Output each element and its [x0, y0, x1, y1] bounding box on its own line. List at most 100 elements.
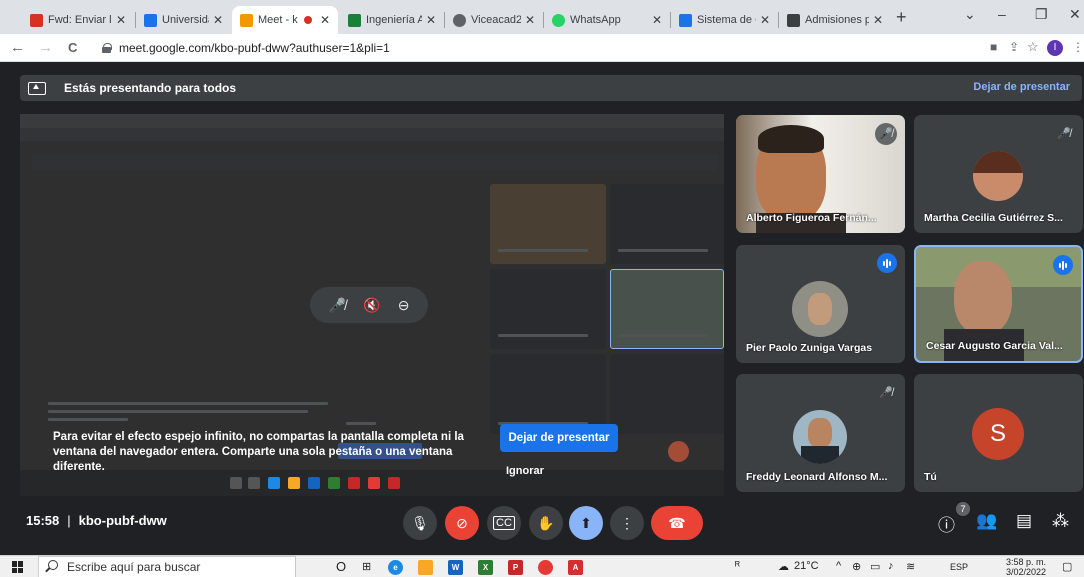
- whatsapp-icon: [552, 13, 565, 27]
- info-icon[interactable]: ⓘ: [938, 511, 955, 536]
- close-icon[interactable]: ✕: [320, 13, 330, 27]
- tab-label: Fwd: Enviar la: [48, 14, 112, 26]
- activities-icon[interactable]: ⁂: [1052, 511, 1069, 531]
- participant-tile-self[interactable]: S Tú: [914, 374, 1083, 492]
- chrome-icon[interactable]: [538, 560, 553, 575]
- excel-icon[interactable]: X: [478, 560, 493, 575]
- address-bar-row: ← → C meet.google.com/kbo-pubf-dww?authu…: [0, 34, 1084, 62]
- mic-off-icon[interactable]: 🎤̸: [329, 297, 346, 314]
- url-field[interactable]: meet.google.com/kbo-pubf-dww?authuser=1&…: [92, 37, 982, 59]
- profile-avatar[interactable]: I: [1047, 40, 1063, 56]
- tab-label: Meet - k: [258, 14, 298, 26]
- sistema-icon: [679, 13, 692, 27]
- cortana-icon[interactable]: O: [336, 559, 346, 574]
- camera-in-use-icon[interactable]: ■: [990, 40, 997, 54]
- raise-hand-button[interactable]: ✋: [529, 506, 563, 540]
- tab-label: Universidad E: [162, 14, 209, 26]
- close-icon[interactable]: ✕: [213, 13, 223, 27]
- speaking-indicator-icon: [1053, 255, 1073, 275]
- presentation-controls-pill: 🎤̸ 🔇 ⊖: [310, 287, 428, 323]
- participant-tile[interactable]: 🎤̸ Freddy Leonard Alfonso M...: [736, 374, 905, 492]
- hand-icon: ✋: [537, 514, 555, 531]
- speaker-icon[interactable]: ♪: [888, 560, 894, 572]
- tab-sistema[interactable]: Sistema de G ✕: [671, 6, 778, 34]
- back-button[interactable]: ←: [10, 39, 25, 56]
- tab-meet[interactable]: Meet - k ✕: [232, 6, 338, 34]
- tab-viceacad[interactable]: Viceacad202: ✕: [445, 6, 543, 34]
- more-options-button[interactable]: ⋮: [610, 506, 644, 540]
- ignore-button[interactable]: Ignorar: [506, 465, 544, 477]
- classroom-icon: [348, 13, 361, 27]
- present-screen-button[interactable]: ⬆: [569, 506, 603, 540]
- close-icon[interactable]: ✕: [652, 13, 662, 27]
- tab-ingenieria[interactable]: Ingeniería Am ✕: [340, 6, 444, 34]
- new-tab-button[interactable]: +: [896, 7, 907, 28]
- stop-presenting-link[interactable]: Dejar de presentar: [973, 81, 1070, 93]
- speaking-indicator-icon: [877, 253, 897, 273]
- leave-call-button[interactable]: ☎: [651, 506, 703, 540]
- powerpoint-icon[interactable]: P: [508, 560, 523, 575]
- tab-label: WhatsApp: [570, 14, 621, 26]
- bookmark-star-icon[interactable]: ☆: [1027, 39, 1039, 55]
- speaker-off-icon[interactable]: 🔇: [363, 297, 380, 314]
- gmail-icon: [30, 13, 43, 27]
- network-icon[interactable]: ⊕: [852, 560, 861, 573]
- file-explorer-icon[interactable]: [418, 560, 433, 575]
- language-indicator[interactable]: ESP: [950, 562, 968, 572]
- menu-kebab-icon[interactable]: ⋮: [1072, 40, 1084, 54]
- tab-search-button[interactable]: ⌄: [964, 6, 976, 23]
- word-icon[interactable]: W: [448, 560, 463, 575]
- close-window-button[interactable]: ✕: [1069, 6, 1081, 23]
- participant-tile[interactable]: Cesar Augusto Garcia Val...: [914, 245, 1083, 363]
- lock-icon[interactable]: [102, 43, 112, 53]
- forward-button[interactable]: →: [38, 39, 53, 56]
- taskbar-search-input[interactable]: Escribe aquí para buscar: [38, 556, 296, 577]
- close-icon[interactable]: ✕: [116, 13, 126, 27]
- minimize-button[interactable]: –: [998, 6, 1006, 22]
- maximize-button[interactable]: ❐: [1035, 6, 1048, 23]
- participant-name: Freddy Leonard Alfonso M...: [746, 471, 888, 483]
- close-icon[interactable]: ✕: [525, 13, 535, 27]
- system-clock[interactable]: 3:58 p. m. 3/02/2022: [1006, 557, 1046, 577]
- share-icon[interactable]: ⇪: [1009, 40, 1019, 54]
- tab-whatsapp[interactable]: WhatsApp ✕: [544, 6, 670, 34]
- notifications-icon[interactable]: ▢: [1062, 560, 1072, 573]
- battery-icon[interactable]: ▭: [870, 560, 880, 573]
- reload-button[interactable]: C: [68, 40, 77, 55]
- close-icon[interactable]: ✕: [760, 13, 770, 27]
- participant-name: Tú: [924, 471, 937, 483]
- calendar-icon: [144, 13, 157, 27]
- mic-icon: 🎙: [411, 514, 429, 531]
- meeting-code[interactable]: kbo-pubf-dww: [79, 513, 167, 528]
- admisiones-icon: [787, 13, 800, 27]
- participant-tile[interactable]: 🎤̸ Martha Cecilia Gutiérrez S...: [914, 115, 1083, 233]
- people-icon[interactable]: 👥: [976, 511, 997, 531]
- wifi-icon[interactable]: ≋: [906, 560, 915, 573]
- captions-button[interactable]: CC: [487, 506, 521, 540]
- acrobat-icon[interactable]: A: [568, 560, 583, 575]
- participant-count-badge: 7: [956, 502, 970, 516]
- chat-icon[interactable]: ▤: [1016, 511, 1032, 531]
- stop-presenting-button[interactable]: Dejar de presentar: [500, 424, 618, 452]
- present-screen-icon: [28, 81, 46, 95]
- close-icon[interactable]: ✕: [426, 13, 436, 27]
- windows-start-icon[interactable]: [12, 561, 24, 573]
- tab-label: Sistema de G: [697, 14, 756, 26]
- self-avatar: S: [972, 408, 1024, 460]
- people-tray-icon[interactable]: ᴿ: [735, 560, 740, 572]
- remove-icon[interactable]: ⊖: [398, 297, 410, 314]
- weather-temperature[interactable]: 21°C: [794, 560, 819, 572]
- participant-name: Alberto Figueroa Fernán...: [746, 212, 877, 224]
- tab-gmail[interactable]: Fwd: Enviar la ✕: [22, 6, 134, 34]
- captions-icon: CC: [493, 516, 515, 530]
- task-view-icon[interactable]: ⊞: [362, 560, 371, 573]
- tab-universidad[interactable]: Universidad E ✕: [136, 6, 231, 34]
- close-icon[interactable]: ✕: [873, 13, 883, 27]
- microphone-button[interactable]: 🎙: [403, 506, 437, 540]
- camera-off-button[interactable]: ⊘: [445, 506, 479, 540]
- participant-tile[interactable]: Pier Paolo Zuniga Vargas: [736, 245, 905, 363]
- tab-admisiones[interactable]: Admisiones p ✕: [779, 6, 891, 34]
- participant-tile[interactable]: 🎤̸ Alberto Figueroa Fernán...: [736, 115, 905, 233]
- chevron-up-icon[interactable]: ^: [836, 560, 841, 572]
- edge-icon[interactable]: e: [388, 560, 403, 575]
